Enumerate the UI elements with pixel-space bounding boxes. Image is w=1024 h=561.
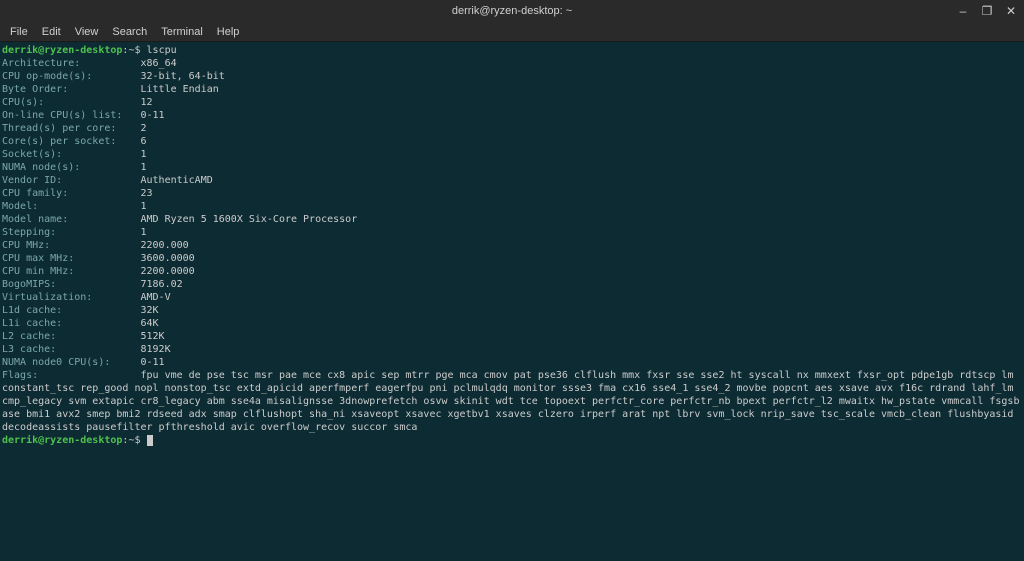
menu-edit[interactable]: Edit bbox=[36, 24, 67, 40]
lscpu-value: 2 bbox=[140, 123, 146, 134]
lscpu-key: Stepping: bbox=[2, 227, 140, 238]
lscpu-key: L1i cache: bbox=[2, 318, 140, 329]
lscpu-value: 12 bbox=[140, 97, 152, 108]
lscpu-flags-value: fpu vme de pse tsc msr pae mce cx8 apic … bbox=[2, 370, 1020, 433]
lscpu-row: Architecture: x86_64 bbox=[2, 57, 1022, 70]
window-title: derrik@ryzen-desktop: ~ bbox=[452, 5, 572, 17]
lscpu-value: 1 bbox=[140, 149, 146, 160]
window-controls: – ❐ ✕ bbox=[956, 4, 1018, 18]
cursor-icon bbox=[147, 435, 153, 446]
prompt-line[interactable]: derrik@ryzen-desktop:~$ bbox=[2, 434, 1022, 447]
lscpu-value: 1 bbox=[140, 162, 146, 173]
lscpu-value: Little Endian bbox=[140, 84, 218, 95]
lscpu-key: L1d cache: bbox=[2, 305, 140, 316]
lscpu-row: CPU MHz: 2200.000 bbox=[2, 239, 1022, 252]
lscpu-row: L1d cache: 32K bbox=[2, 304, 1022, 317]
lscpu-row: Model name: AMD Ryzen 5 1600X Six-Core P… bbox=[2, 213, 1022, 226]
lscpu-row: Byte Order: Little Endian bbox=[2, 83, 1022, 96]
window-titlebar: derrik@ryzen-desktop: ~ – ❐ ✕ bbox=[0, 0, 1024, 22]
lscpu-row: Virtualization: AMD-V bbox=[2, 291, 1022, 304]
lscpu-key: CPU(s): bbox=[2, 97, 140, 108]
lscpu-row: CPU(s): 12 bbox=[2, 96, 1022, 109]
lscpu-row: L3 cache: 8192K bbox=[2, 343, 1022, 356]
lscpu-row: Model: 1 bbox=[2, 200, 1022, 213]
maximize-icon[interactable]: ❐ bbox=[980, 4, 994, 18]
minimize-icon[interactable]: – bbox=[956, 4, 970, 18]
menu-help[interactable]: Help bbox=[211, 24, 246, 40]
lscpu-row: Stepping: 1 bbox=[2, 226, 1022, 239]
lscpu-row: L1i cache: 64K bbox=[2, 317, 1022, 330]
lscpu-value: 7186.02 bbox=[140, 279, 182, 290]
lscpu-flags-row: Flags: fpu vme de pse tsc msr pae mce cx… bbox=[2, 369, 1022, 434]
lscpu-key: Model: bbox=[2, 201, 140, 212]
lscpu-row: Thread(s) per core: 2 bbox=[2, 122, 1022, 135]
menu-view[interactable]: View bbox=[69, 24, 105, 40]
terminal-viewport[interactable]: derrik@ryzen-desktop:~$ lscpuArchitectur… bbox=[0, 42, 1024, 561]
lscpu-row: L2 cache: 512K bbox=[2, 330, 1022, 343]
lscpu-row: NUMA node0 CPU(s): 0-11 bbox=[2, 356, 1022, 369]
lscpu-value: 23 bbox=[140, 188, 152, 199]
lscpu-key: Core(s) per socket: bbox=[2, 136, 140, 147]
close-icon[interactable]: ✕ bbox=[1004, 4, 1018, 18]
prompt-line: derrik@ryzen-desktop:~$ lscpu bbox=[2, 44, 1022, 57]
lscpu-key: Socket(s): bbox=[2, 149, 140, 160]
lscpu-value: 2200.0000 bbox=[140, 266, 194, 277]
lscpu-key: CPU MHz: bbox=[2, 240, 140, 251]
prompt-user-host: derrik@ryzen-desktop bbox=[2, 45, 122, 56]
lscpu-value: 1 bbox=[140, 201, 146, 212]
lscpu-row: CPU min MHz: 2200.0000 bbox=[2, 265, 1022, 278]
lscpu-key: Model name: bbox=[2, 214, 140, 225]
lscpu-row: NUMA node(s): 1 bbox=[2, 161, 1022, 174]
lscpu-value: 1 bbox=[140, 227, 146, 238]
lscpu-value: x86_64 bbox=[140, 58, 176, 69]
lscpu-row: CPU family: 23 bbox=[2, 187, 1022, 200]
lscpu-key: NUMA node(s): bbox=[2, 162, 140, 173]
menu-file[interactable]: File bbox=[4, 24, 34, 40]
lscpu-key: On-line CPU(s) list: bbox=[2, 110, 140, 121]
lscpu-value: 32-bit, 64-bit bbox=[140, 71, 224, 82]
lscpu-key: Thread(s) per core: bbox=[2, 123, 140, 134]
menu-terminal[interactable]: Terminal bbox=[155, 24, 209, 40]
lscpu-key: NUMA node0 CPU(s): bbox=[2, 357, 140, 368]
menu-search[interactable]: Search bbox=[106, 24, 153, 40]
lscpu-key: CPU max MHz: bbox=[2, 253, 140, 264]
lscpu-row: On-line CPU(s) list: 0-11 bbox=[2, 109, 1022, 122]
lscpu-value: AMD-V bbox=[140, 292, 170, 303]
lscpu-value: 32K bbox=[140, 305, 158, 316]
lscpu-key: BogoMIPS: bbox=[2, 279, 140, 290]
lscpu-row: CPU max MHz: 3600.0000 bbox=[2, 252, 1022, 265]
lscpu-value: 64K bbox=[140, 318, 158, 329]
menu-bar: File Edit View Search Terminal Help bbox=[0, 22, 1024, 42]
lscpu-row: Socket(s): 1 bbox=[2, 148, 1022, 161]
prompt-user-host: derrik@ryzen-desktop bbox=[2, 435, 122, 446]
lscpu-key: L3 cache: bbox=[2, 344, 140, 355]
lscpu-value: 6 bbox=[140, 136, 146, 147]
lscpu-row: CPU op-mode(s): 32-bit, 64-bit bbox=[2, 70, 1022, 83]
prompt-dollar: $ bbox=[134, 45, 146, 56]
lscpu-key: Virtualization: bbox=[2, 292, 140, 303]
lscpu-value: 2200.000 bbox=[140, 240, 188, 251]
prompt-dollar: $ bbox=[134, 435, 146, 446]
lscpu-row: BogoMIPS: 7186.02 bbox=[2, 278, 1022, 291]
lscpu-key: Vendor ID: bbox=[2, 175, 140, 186]
lscpu-value: 0-11 bbox=[140, 357, 164, 368]
lscpu-value: 3600.0000 bbox=[140, 253, 194, 264]
lscpu-value: 0-11 bbox=[140, 110, 164, 121]
lscpu-key: CPU op-mode(s): bbox=[2, 71, 140, 82]
command-text: lscpu bbox=[147, 45, 177, 56]
lscpu-key: Architecture: bbox=[2, 58, 140, 69]
lscpu-value: 8192K bbox=[140, 344, 170, 355]
lscpu-value: AuthenticAMD bbox=[140, 175, 212, 186]
lscpu-key: CPU min MHz: bbox=[2, 266, 140, 277]
lscpu-flags-label: Flags: bbox=[2, 370, 140, 381]
lscpu-row: Core(s) per socket: 6 bbox=[2, 135, 1022, 148]
lscpu-row: Vendor ID: AuthenticAMD bbox=[2, 174, 1022, 187]
lscpu-key: L2 cache: bbox=[2, 331, 140, 342]
lscpu-value: 512K bbox=[140, 331, 164, 342]
lscpu-key: CPU family: bbox=[2, 188, 140, 199]
lscpu-key: Byte Order: bbox=[2, 84, 140, 95]
lscpu-value: AMD Ryzen 5 1600X Six-Core Processor bbox=[140, 214, 357, 225]
